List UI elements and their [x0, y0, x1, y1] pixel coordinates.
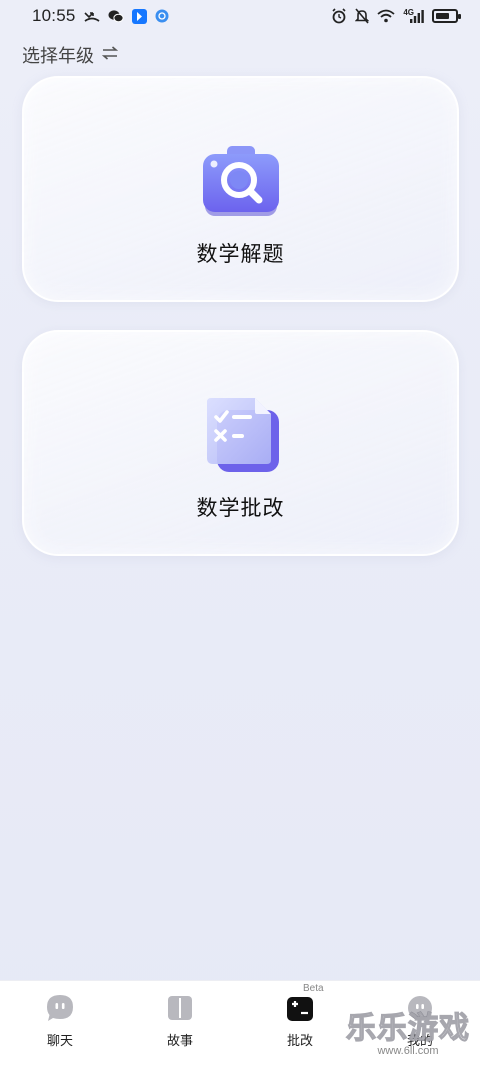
status-time: 10:55 — [32, 6, 76, 25]
signal-icon: 4G — [403, 8, 424, 23]
nav-item-grading[interactable]: Beta 批改 — [260, 983, 340, 1049]
status-right: 4G — [331, 8, 461, 24]
math-grading-card[interactable]: 数学批改 — [22, 330, 459, 556]
book-icon — [165, 993, 195, 1023]
math-solve-card[interactable]: 数学解题 — [22, 76, 459, 302]
swap-arrows-icon — [101, 45, 119, 65]
app-notification-icon — [131, 8, 147, 24]
plus-minus-icon: Beta — [285, 983, 324, 1023]
bottom-nav: 聊天 故事 Beta 批改 我的 — [0, 980, 480, 1067]
grade-selector-label: 选择年级 — [22, 46, 94, 66]
nav-label-mine: 我的 — [406, 1033, 433, 1048]
camera-search-icon — [199, 140, 283, 224]
nav-item-chat[interactable]: 聊天 — [20, 993, 100, 1049]
math-solve-label: 数学解题 — [196, 243, 285, 266]
wechat-icon — [108, 9, 124, 23]
nav-item-story[interactable]: 故事 — [140, 993, 220, 1049]
status-bar: 10:55 4G — [0, 0, 480, 32]
nav-label-chat: 聊天 — [46, 1033, 73, 1048]
nav-item-mine[interactable]: 我的 — [380, 993, 460, 1049]
nav-label-story: 故事 — [166, 1033, 193, 1048]
chat-bubble-icon — [45, 993, 75, 1023]
alarm-icon — [331, 8, 347, 24]
grade-selector[interactable]: 选择年级 — [22, 42, 119, 68]
browser-icon — [155, 9, 169, 23]
status-left: 10:55 — [32, 6, 169, 26]
nav-label-grading: 批改 — [286, 1033, 313, 1048]
profile-icon — [405, 993, 435, 1023]
beta-badge: Beta — [303, 983, 324, 994]
grading-sheet-icon — [199, 394, 283, 478]
missed-call-icon — [83, 9, 100, 23]
battery-level — [436, 13, 449, 19]
battery-icon — [432, 9, 461, 23]
mute-bell-icon — [355, 8, 370, 24]
math-grading-label: 数学批改 — [196, 497, 285, 520]
wifi-icon — [377, 9, 395, 23]
